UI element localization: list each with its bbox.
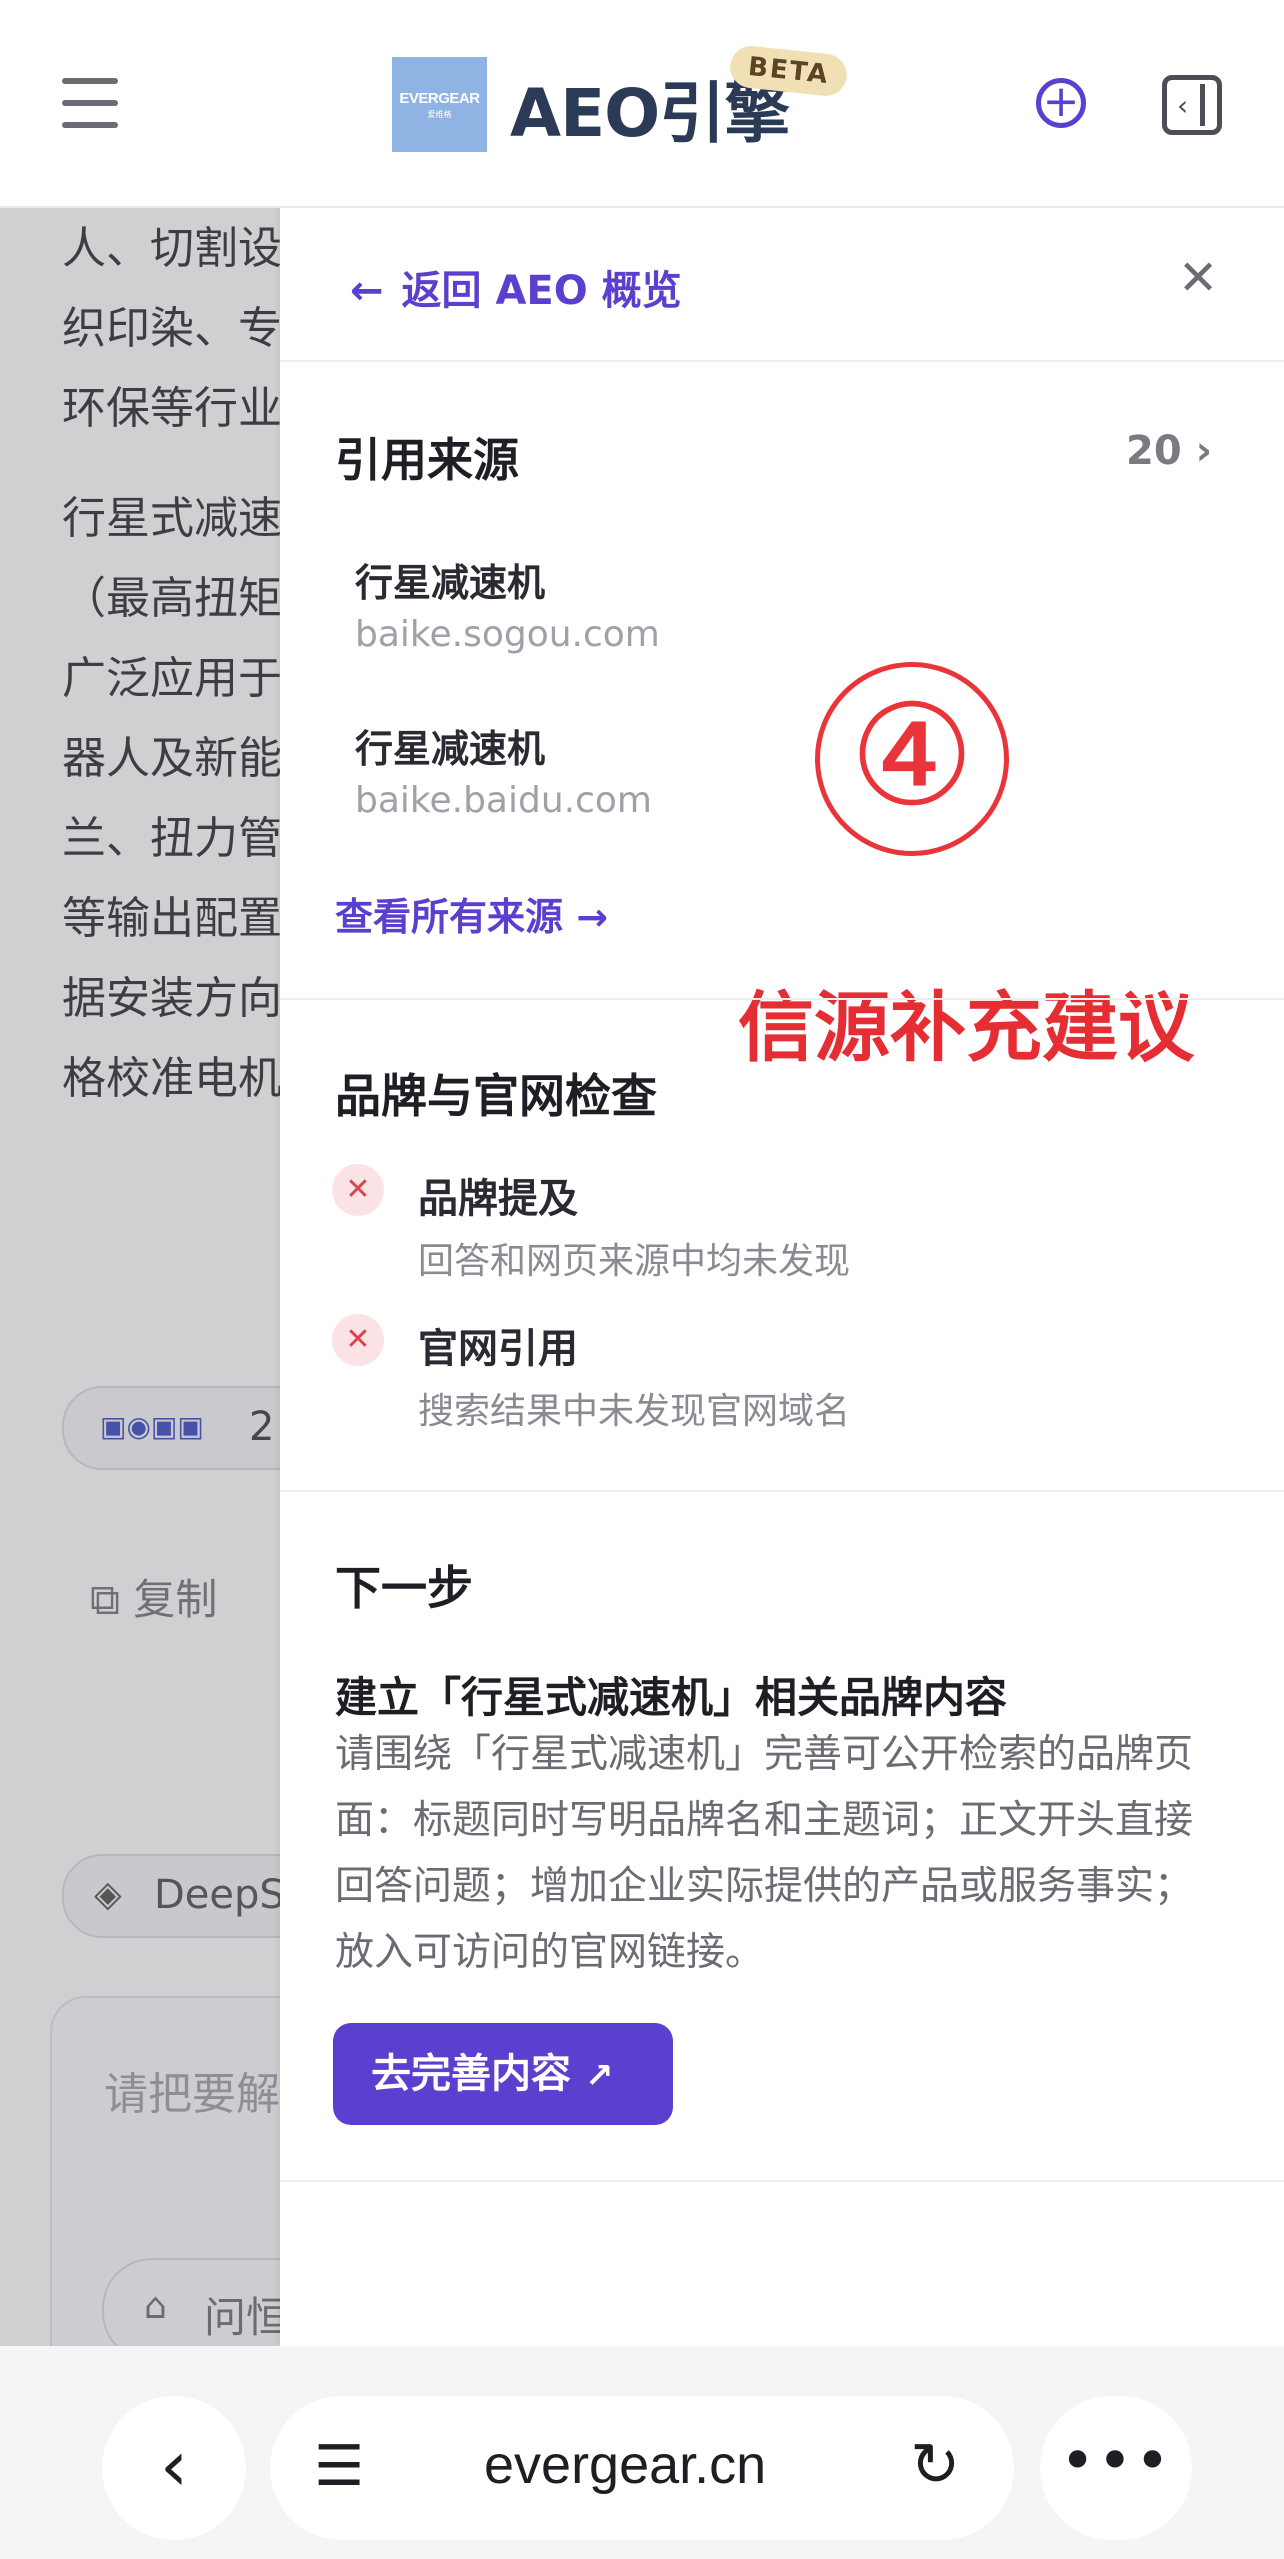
divider bbox=[280, 998, 1284, 1000]
panel-icon bbox=[1200, 84, 1205, 126]
view-all-sources-link[interactable]: 查看所有来源 → bbox=[335, 886, 608, 941]
fail-icon: ✕ bbox=[332, 1314, 384, 1366]
divider bbox=[280, 1490, 1284, 1492]
chevron-left-icon: ‹ bbox=[160, 2425, 188, 2507]
divider bbox=[280, 2180, 1284, 2182]
next-step-title: 下一步 bbox=[335, 1561, 473, 1615]
browser-back-button[interactable]: ‹ bbox=[102, 2396, 246, 2540]
source-item-title[interactable]: 行星减速机 bbox=[355, 718, 545, 773]
source-item-domain: baike.sogou.com bbox=[355, 614, 660, 655]
divider bbox=[280, 360, 1284, 362]
reload-icon[interactable]: ↻ bbox=[910, 2430, 960, 2500]
tabs-icon[interactable]: ☰ bbox=[314, 2434, 364, 2499]
more-icon: ••• bbox=[1059, 2426, 1173, 2496]
arrow-right-icon: → bbox=[576, 895, 609, 939]
close-icon[interactable]: ✕ bbox=[1178, 254, 1218, 302]
brand-check-title: 品牌与官网检查 bbox=[335, 1069, 657, 1123]
arrow-left-icon: ← bbox=[350, 268, 384, 314]
external-link-icon: ↗ bbox=[585, 2056, 614, 2096]
chevron-right-icon: › bbox=[1195, 428, 1213, 474]
improve-content-button[interactable]: 去完善内容 ↗ bbox=[333, 2023, 673, 2125]
brand-logo: EVERGEAR 爱维格 bbox=[392, 57, 487, 152]
check-item-title: 品牌提及 bbox=[418, 1176, 578, 1222]
annotation-label: 信源补充建议 bbox=[738, 983, 1194, 1072]
new-chat-button[interactable]: + bbox=[1036, 78, 1086, 128]
next-step-heading: 建立「行星式减速机」相关品牌内容 bbox=[335, 1673, 1008, 1722]
check-item-desc: 搜索结果中未发现官网域名 bbox=[418, 1391, 851, 1432]
back-to-overview-link[interactable]: ← 返回 AEO 概览 bbox=[350, 258, 682, 316]
app-header: EVERGEAR 爱维格 AEO引擎 BETA + ‹ bbox=[0, 0, 1284, 208]
check-item-desc: 回答和网页来源中均未发现 bbox=[418, 1241, 851, 1282]
toggle-panel-button[interactable]: ‹ bbox=[1162, 75, 1222, 135]
menu-icon[interactable] bbox=[62, 78, 118, 128]
annotation-number: ④ bbox=[815, 662, 1009, 856]
fail-icon: ✕ bbox=[332, 1164, 384, 1216]
next-step-desc: 请围绕「行星式减速机」完善可公开检索的品牌页面：标题同时写明品牌名和主题词；正文… bbox=[335, 1732, 1194, 1975]
address-bar[interactable]: ☰ evergear.cn ↻ bbox=[270, 2396, 1014, 2540]
sources-count-link[interactable]: 20 › bbox=[1126, 428, 1212, 474]
more-options-button[interactable]: ••• bbox=[1040, 2396, 1192, 2540]
chevron-left-icon: ‹ bbox=[1177, 89, 1189, 122]
source-item-domain: baike.baidu.com bbox=[355, 780, 652, 821]
aeo-detail-drawer: ← 返回 AEO 概览 ✕ 引用来源 20 › 行星减速机 baike.sogou… bbox=[280, 206, 1284, 2346]
sources-section-title: 引用来源 bbox=[335, 433, 519, 487]
browser-toolbar: ‹ ☰ evergear.cn ↻ ••• bbox=[0, 2346, 1284, 2559]
source-item-title[interactable]: 行星减速机 bbox=[355, 552, 545, 607]
check-item-title: 官网引用 bbox=[418, 1326, 578, 1372]
url-text: evergear.cn bbox=[484, 2435, 767, 2495]
